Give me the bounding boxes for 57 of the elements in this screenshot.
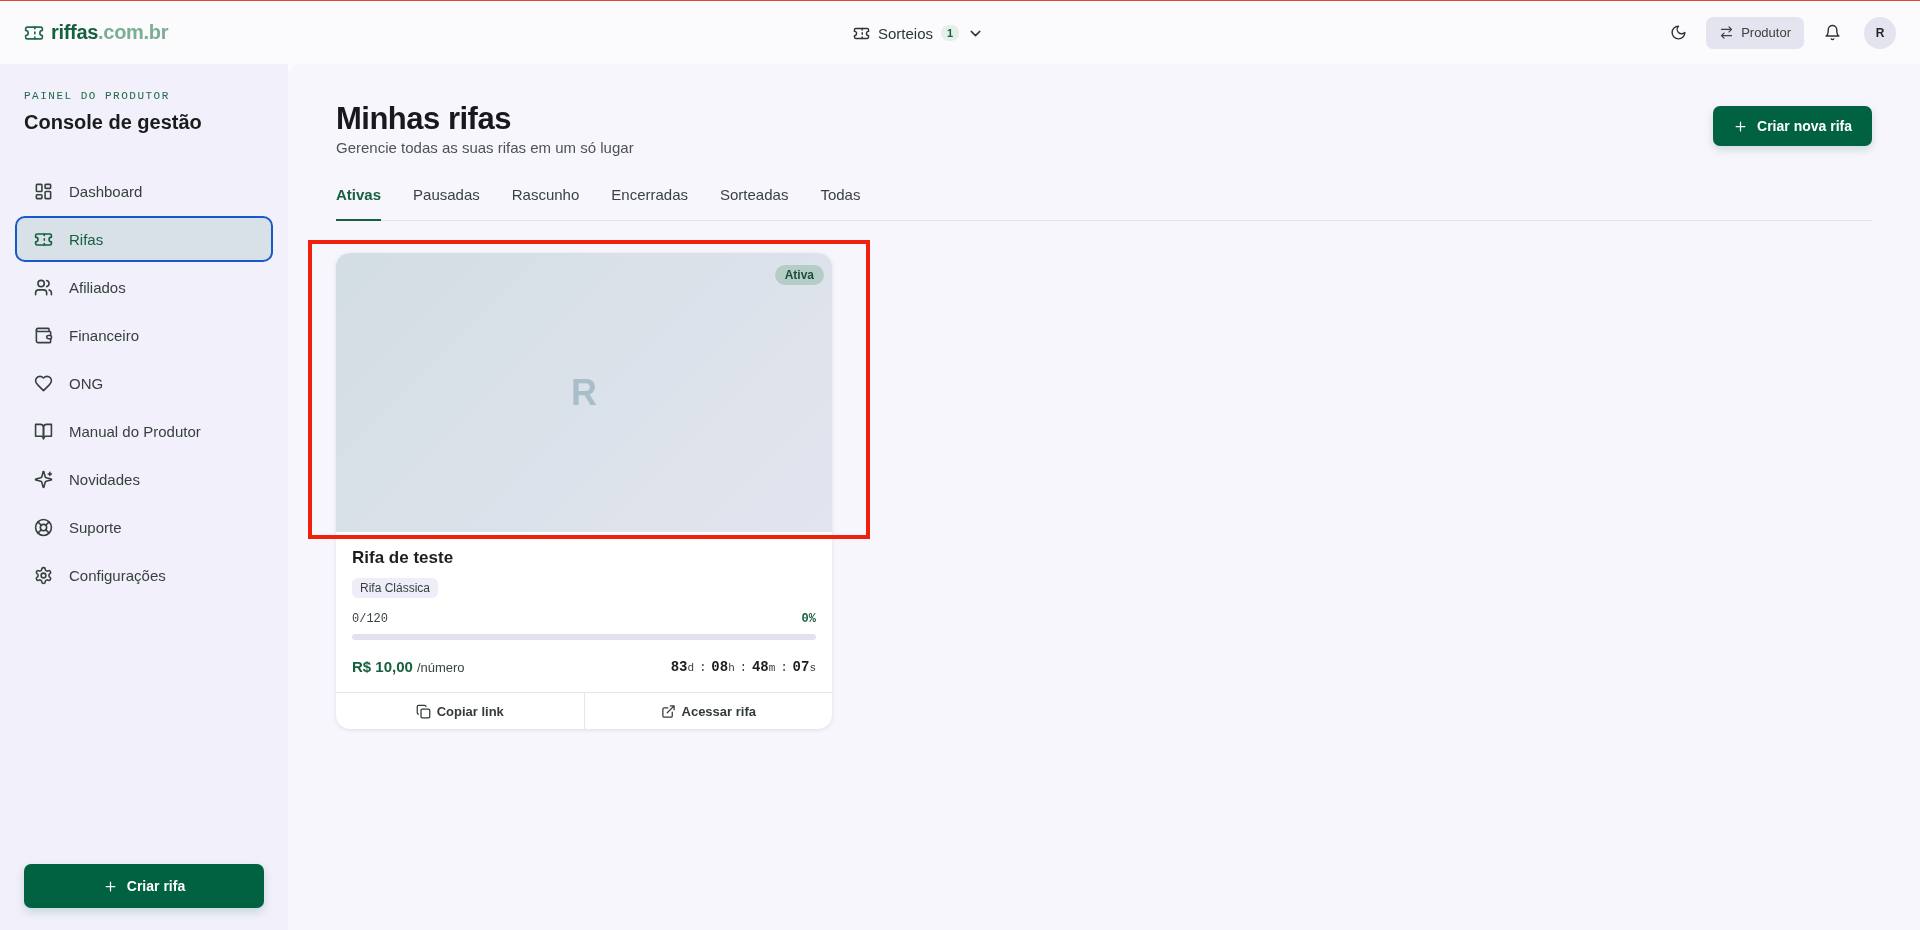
countdown-separator: : bbox=[699, 661, 707, 675]
create-new-raffle-button[interactable]: Criar nova rifa bbox=[1713, 106, 1872, 146]
price: R$ 10,00 bbox=[352, 658, 413, 675]
plus-icon bbox=[102, 878, 118, 894]
sidebar-item[interactable]: Configurações bbox=[15, 552, 273, 598]
sparkles-icon bbox=[34, 469, 53, 489]
heart-icon bbox=[34, 373, 53, 393]
countdown-value: 08h bbox=[711, 658, 735, 676]
raffle-title: Rifa de teste bbox=[352, 548, 455, 568]
sidebar-item[interactable]: Rifas bbox=[15, 216, 273, 262]
card-action-button[interactable]: Copiar link bbox=[336, 693, 584, 729]
tab[interactable]: Pausadas bbox=[413, 186, 480, 221]
copy-icon bbox=[415, 703, 431, 719]
tab[interactable]: Sorteadas bbox=[720, 186, 789, 221]
countdown-separator: : bbox=[780, 661, 788, 675]
create-raffle-button[interactable]: Criar rifa bbox=[24, 864, 264, 908]
sold-count: 0/120 bbox=[352, 612, 388, 626]
avatar[interactable]: R bbox=[1864, 16, 1896, 49]
logo-text[interactable]: riffas.com.br bbox=[51, 21, 169, 44]
card-action-button[interactable]: Acessar rifa bbox=[583, 693, 832, 729]
bell-icon bbox=[1823, 24, 1841, 41]
moon-icon bbox=[1669, 24, 1687, 41]
book-icon bbox=[34, 421, 53, 441]
sorteios-menu[interactable]: Sorteios 1 bbox=[853, 21, 985, 45]
status-badge: Ativa bbox=[774, 265, 824, 285]
raffle-type-tag: Rifa Clássica bbox=[352, 578, 439, 598]
countdown-value: 07s bbox=[792, 658, 816, 676]
countdown-separator: : bbox=[739, 661, 747, 675]
wallet-icon bbox=[34, 325, 53, 345]
section-label: PAINEL DO PRODUTOR bbox=[24, 90, 171, 102]
page-subtitle: Gerencie todas as suas rifas em um só lugar bbox=[336, 139, 634, 156]
users-icon bbox=[34, 277, 53, 297]
page-title: Minhas rifas bbox=[336, 101, 512, 137]
sidebar-item[interactable]: ONG bbox=[15, 360, 273, 406]
sidebar-item[interactable]: Manual do Produtor bbox=[15, 408, 273, 454]
plus-icon bbox=[1733, 118, 1749, 134]
tab[interactable]: Encerradas bbox=[611, 186, 688, 221]
sidebar-item[interactable]: Financeiro bbox=[15, 312, 273, 358]
lifebuoy-icon bbox=[34, 517, 53, 537]
price-unit: /número bbox=[416, 660, 465, 675]
external-link-icon bbox=[660, 703, 676, 719]
sidebar-item[interactable]: Novidades bbox=[15, 456, 273, 502]
role-button[interactable]: Produtor bbox=[1706, 16, 1804, 49]
grid-icon bbox=[34, 181, 53, 201]
tab[interactable]: Todas bbox=[820, 186, 861, 221]
sidebar-item[interactable]: Suporte bbox=[15, 504, 273, 550]
countdown-value: 83d bbox=[670, 658, 695, 676]
tab[interactable]: Rascunho bbox=[511, 186, 580, 221]
sidebar-item[interactable]: Dashboard bbox=[15, 168, 273, 214]
count-badge: 1 bbox=[941, 25, 960, 41]
sidebar-title: Console de gestão bbox=[24, 111, 203, 134]
countdown-value: 48m bbox=[751, 658, 776, 676]
tab[interactable]: Ativas bbox=[336, 186, 382, 221]
settings-icon bbox=[34, 565, 53, 585]
swap-icon bbox=[1719, 25, 1735, 40]
progress-percent: 0% bbox=[801, 612, 816, 626]
sidebar-item[interactable]: Afiliados bbox=[15, 264, 273, 310]
